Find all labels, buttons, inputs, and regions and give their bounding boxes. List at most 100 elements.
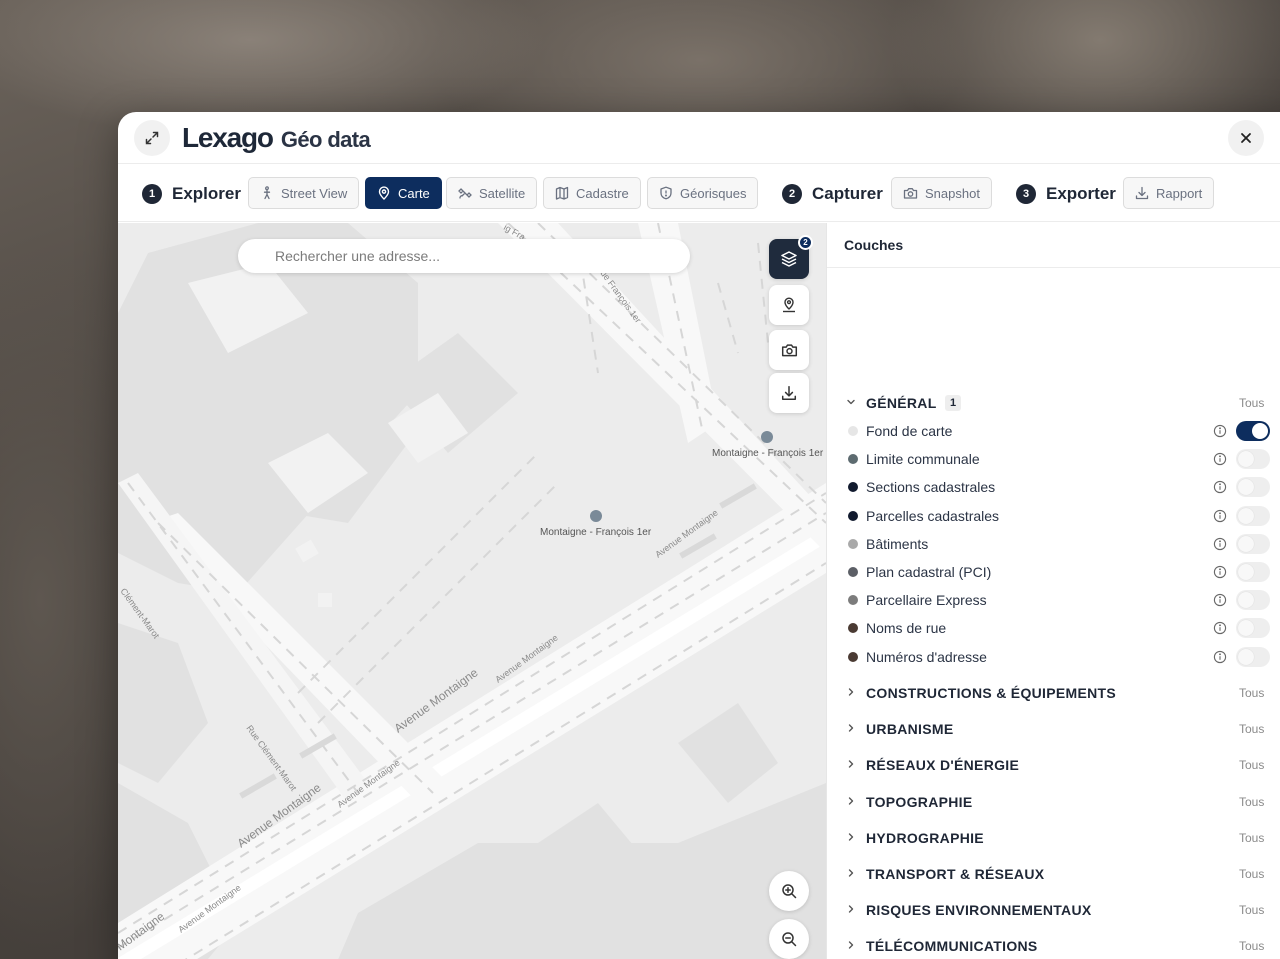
brand-subtitle: Géo data: [280, 127, 371, 152]
chevron-right-icon: [848, 833, 854, 841]
group-row[interactable]: RÉSEAUX D'ÉNERGIE Tous: [827, 751, 1280, 779]
street-view-button[interactable]: Street View: [248, 177, 360, 209]
close-icon: [1241, 133, 1251, 143]
zoom-in-button[interactable]: [769, 871, 809, 911]
expand-icon: [145, 131, 159, 145]
select-all-link[interactable]: Tous: [1239, 686, 1264, 700]
layer-toggle[interactable]: [1236, 421, 1270, 441]
map-view[interactable]: Avenue Montaigne Avenue Montaigne Avenue…: [118, 223, 826, 959]
select-all-link[interactable]: Tous: [1239, 722, 1264, 736]
layer-toggle[interactable]: [1236, 590, 1270, 611]
layer-toggle[interactable]: [1236, 505, 1270, 526]
layer-toggle[interactable]: [1236, 533, 1270, 554]
map-pin-icon: [378, 186, 390, 200]
layer-row[interactable]: Sections cadastrales: [827, 473, 1280, 501]
zoom-out-icon: [782, 932, 797, 947]
close-button[interactable]: [1228, 120, 1264, 156]
step-capturer: 2 Capturer: [782, 181, 883, 207]
layer-toggle[interactable]: [1236, 477, 1270, 498]
select-all-link[interactable]: Tous: [1239, 903, 1264, 917]
group-general[interactable]: GÉNÉRAL 1 Tous: [827, 389, 1280, 417]
info-icon[interactable]: [1213, 452, 1227, 466]
group-title: URBANISME: [866, 721, 954, 738]
info-icon[interactable]: [1213, 509, 1227, 523]
street-label: Rue Clément-Marot: [244, 723, 299, 793]
address-search-input[interactable]: Rechercher une adresse...: [238, 239, 690, 273]
group-title: HYDROGRAPHIE: [866, 829, 984, 846]
layer-toggle[interactable]: [1236, 449, 1270, 470]
info-icon[interactable]: [1213, 480, 1227, 494]
layer-toggle[interactable]: [1236, 646, 1270, 667]
group-title: TOPOGRAPHIE: [866, 793, 973, 810]
layer-row[interactable]: Limite communale: [827, 445, 1280, 473]
layer-row[interactable]: Numéros d'adresse: [827, 643, 1280, 671]
step-number: 3: [1016, 184, 1036, 204]
layer-row[interactable]: Fond de carte: [827, 417, 1280, 445]
zoom-out-button[interactable]: [769, 919, 809, 959]
toggle-knob: [1252, 423, 1268, 439]
georisques-button[interactable]: Géorisques: [647, 177, 759, 209]
zoom-in-icon: [782, 884, 797, 899]
layer-row[interactable]: Parcelles cadastrales: [827, 502, 1280, 530]
map-snapshot-button[interactable]: [769, 330, 809, 370]
info-icon[interactable]: [1213, 565, 1227, 579]
chevron-right-icon: [848, 905, 854, 913]
satellite-button[interactable]: Satellite: [446, 177, 538, 209]
group-row[interactable]: HYDROGRAPHIE Tous: [827, 824, 1280, 852]
street-view-label: Street View: [281, 185, 348, 201]
carte-label: Carte: [398, 185, 430, 201]
group-row[interactable]: TÉLÉCOMMUNICATIONS Tous: [827, 932, 1280, 959]
layer-color-dot: [848, 595, 858, 606]
group-row[interactable]: URBANISME Tous: [827, 715, 1280, 743]
group-row[interactable]: RISQUES ENVIRONNEMENTAUX Tous: [827, 896, 1280, 924]
layer-toggle[interactable]: [1236, 562, 1270, 582]
expand-button[interactable]: [134, 120, 170, 156]
layer-row[interactable]: Bâtiments: [827, 530, 1280, 558]
group-count-badge: 1: [945, 395, 961, 411]
info-icon[interactable]: [1213, 650, 1227, 664]
layers-panel: Couches GÉNÉRAL 1 Tous Fond de carte Limi…: [826, 223, 1280, 959]
layer-row[interactable]: Noms de rue: [827, 614, 1280, 642]
group-row[interactable]: CONSTRUCTIONS & ÉQUIPEMENTS Tous: [827, 679, 1280, 707]
layer-toggle[interactable]: [1236, 618, 1270, 639]
carte-button[interactable]: Carte: [365, 177, 442, 209]
group-row[interactable]: TOPOGRAPHIE Tous: [827, 788, 1280, 816]
camera-icon: [903, 188, 918, 199]
step-number: 2: [782, 184, 802, 204]
select-all-link[interactable]: Tous: [1239, 867, 1264, 881]
locate-button[interactable]: [769, 285, 809, 325]
toggle-knob: [1238, 564, 1254, 580]
select-all-link[interactable]: Tous: [1239, 795, 1264, 809]
toggle-knob: [1238, 451, 1254, 468]
step-explorer: 1 Explorer: [142, 181, 241, 207]
select-all-link[interactable]: Tous: [1239, 831, 1264, 845]
title-bar: Lexago Géo data: [118, 112, 1280, 164]
layer-name: Parcellaire Express: [866, 592, 987, 609]
map-download-button[interactable]: [769, 373, 809, 413]
layer-row[interactable]: Plan cadastral (PCI): [827, 558, 1280, 586]
select-all-link[interactable]: Tous: [1239, 396, 1264, 410]
cadastre-button[interactable]: Cadastre: [543, 177, 641, 209]
poi-label: Montaigne - François 1er: [712, 448, 824, 459]
poi-marker[interactable]: [761, 431, 773, 443]
step-label: Explorer: [172, 184, 241, 203]
chevron-right-icon: [848, 724, 854, 732]
layers-button[interactable]: 2: [769, 235, 813, 279]
layer-name: Limite communale: [866, 451, 980, 468]
toolbar: 1 Explorer Street View Carte Satellite C…: [118, 164, 1280, 222]
rapport-button[interactable]: Rapport: [1123, 177, 1215, 209]
info-icon[interactable]: [1213, 424, 1227, 438]
select-all-link[interactable]: Tous: [1239, 758, 1264, 772]
layer-row[interactable]: Parcellaire Express: [827, 586, 1280, 614]
info-icon[interactable]: [1213, 593, 1227, 607]
rapport-label: Rapport: [1156, 185, 1203, 201]
group-row[interactable]: TRANSPORT & RÉSEAUX Tous: [827, 860, 1280, 888]
toggle-knob: [1238, 479, 1254, 496]
toggle-knob: [1238, 507, 1254, 524]
poi-marker[interactable]: [590, 510, 602, 522]
snapshot-button[interactable]: Snapshot: [891, 177, 992, 209]
info-icon[interactable]: [1213, 537, 1227, 551]
select-all-link[interactable]: Tous: [1239, 939, 1264, 953]
step-number: 1: [142, 184, 162, 204]
info-icon[interactable]: [1213, 621, 1227, 635]
